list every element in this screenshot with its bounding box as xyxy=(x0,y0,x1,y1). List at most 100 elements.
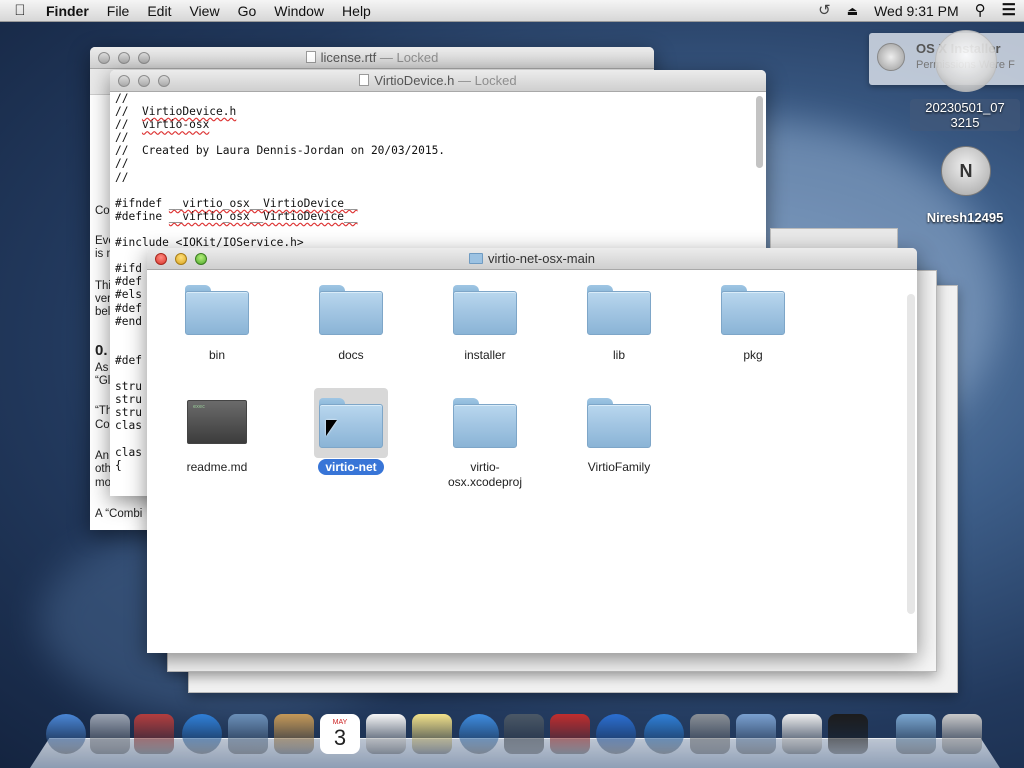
dock-safari-icon[interactable] xyxy=(182,714,222,754)
user-disk-icon[interactable]: N xyxy=(941,146,991,196)
finder-item-label[interactable]: installer xyxy=(425,348,545,363)
header-titlebar[interactable]: VirtioDevice.h — Locked xyxy=(110,70,766,92)
menu-go[interactable]: Go xyxy=(229,0,266,22)
time-machine-icon[interactable]: ↺ xyxy=(810,0,839,22)
rtf-text: A “Combi xyxy=(95,508,143,520)
dock-terminal-icon[interactable] xyxy=(828,714,868,754)
menu-edit[interactable]: Edit xyxy=(138,0,180,22)
dock-facetime-icon[interactable] xyxy=(504,714,544,754)
folder-icon[interactable] xyxy=(587,398,651,448)
code-line: // virtio-osx xyxy=(115,118,210,132)
dock-xcode-icon[interactable] xyxy=(736,714,776,754)
document-icon xyxy=(305,51,316,63)
dock-photo-booth-icon[interactable] xyxy=(550,714,590,754)
minimize-button[interactable] xyxy=(175,253,187,265)
zoom-button[interactable] xyxy=(195,253,207,265)
finder-item-label[interactable]: virtio-net xyxy=(291,459,411,475)
zoom-button[interactable] xyxy=(158,75,170,87)
minimize-button[interactable] xyxy=(118,52,130,64)
rtf-text: Co xyxy=(95,419,110,431)
menu-app-finder[interactable]: Finder xyxy=(40,0,98,22)
folder-icon[interactable] xyxy=(185,285,249,335)
dock-documents-icon[interactable] xyxy=(896,714,936,754)
finder-item-label[interactable]: docs xyxy=(291,348,411,363)
finder-window[interactable]: virtio-net-osx-main xyxy=(147,248,917,653)
rtf-text: mo xyxy=(95,477,111,489)
document-icon xyxy=(359,74,370,86)
dock-calendar-icon[interactable]: MAY 3 xyxy=(320,714,360,754)
folder-icon[interactable] xyxy=(453,285,517,335)
minimize-button[interactable] xyxy=(138,75,150,87)
close-button[interactable] xyxy=(155,253,167,265)
dock-system-preferences-icon[interactable] xyxy=(690,714,730,754)
user-disk-label[interactable]: Niresh12495 xyxy=(915,210,1015,225)
locked-label: — Locked xyxy=(379,50,439,65)
menu-bar:  Finder File Edit View Go Window Help ↺… xyxy=(0,0,1024,22)
dock-itunes-icon[interactable] xyxy=(596,714,636,754)
dock-launchpad-icon[interactable] xyxy=(90,714,130,754)
zoom-button[interactable] xyxy=(138,52,150,64)
dock-notes-icon[interactable] xyxy=(412,714,452,754)
dock: MAY 3 xyxy=(30,706,1000,768)
folder-icon[interactable] xyxy=(453,398,517,448)
rtf-heading: 0. xyxy=(95,342,108,359)
dock-app-store-icon[interactable] xyxy=(644,714,684,754)
finder-item-label[interactable]: VirtioFamily xyxy=(559,460,679,475)
dock-textedit-icon[interactable] xyxy=(782,714,822,754)
installer-icon xyxy=(877,43,905,71)
code-line: // xyxy=(115,131,129,145)
notification-center-icon[interactable]: ☰ xyxy=(994,0,1024,22)
finder-scrollbar[interactable] xyxy=(907,294,915,614)
close-button[interactable] xyxy=(118,75,130,87)
close-button[interactable] xyxy=(98,52,110,64)
license-titlebar[interactable]: license.rtf — Locked xyxy=(90,47,654,69)
code-line: // xyxy=(115,170,129,184)
rtf-text: oth xyxy=(95,463,111,475)
dock-contacts-icon[interactable] xyxy=(274,714,314,754)
rtf-text: Co xyxy=(95,205,110,217)
mouse-cursor-icon xyxy=(326,420,337,436)
rtf-text: An xyxy=(95,450,110,462)
menu-help[interactable]: Help xyxy=(333,0,380,22)
header-scrollbar[interactable] xyxy=(756,96,763,168)
disk-label[interactable]: 20230501_07 3215 xyxy=(910,99,1020,131)
code-line: // Created by Laura Dennis-Jordan on 20/… xyxy=(115,144,446,158)
rtf-text: bel xyxy=(95,306,111,318)
document-file-icon[interactable]: exec xyxy=(187,400,247,444)
license-title: license.rtf xyxy=(320,50,377,65)
folder-icon[interactable] xyxy=(587,285,651,335)
spotlight-search-icon[interactable]: ⚲ xyxy=(967,0,994,22)
code-line: #define __virtio_osx__VirtioDevice__ xyxy=(115,209,358,223)
dock-photo-booth-icon[interactable] xyxy=(134,714,174,754)
folder-icon[interactable] xyxy=(721,285,785,335)
menu-window[interactable]: Window xyxy=(265,0,333,22)
dock-mail-icon[interactable] xyxy=(228,714,268,754)
menu-file[interactable]: File xyxy=(98,0,139,22)
finder-item-label[interactable]: pkg xyxy=(693,348,813,363)
finder-item-label[interactable]: readme.md xyxy=(157,460,277,475)
finder-item-label[interactable]: bin xyxy=(157,348,277,363)
file-type-tag: exec xyxy=(193,404,206,410)
install-disk-icon[interactable] xyxy=(935,30,997,92)
finder-titlebar[interactable]: virtio-net-osx-main xyxy=(147,248,917,270)
menubar-clock[interactable]: Wed 9:31 PM xyxy=(866,0,967,22)
dock-messages-icon[interactable] xyxy=(459,714,499,754)
folder-icon[interactable] xyxy=(319,285,383,335)
rtf-text: Thi xyxy=(95,280,111,292)
code-line: // xyxy=(115,157,129,171)
menu-view[interactable]: View xyxy=(180,0,228,22)
finder-item-label[interactable]: virtio- osx.xcodeproj xyxy=(425,460,545,490)
dock-finder-icon[interactable] xyxy=(46,714,86,754)
header-title: VirtioDevice.h xyxy=(374,73,455,88)
eject-icon[interactable]: ⏏ xyxy=(839,0,866,22)
locked-label: — Locked xyxy=(458,73,517,88)
apple-menu-icon[interactable]:  xyxy=(0,2,40,19)
finder-item-label[interactable]: lib xyxy=(559,348,679,363)
dock-reminders-icon[interactable] xyxy=(366,714,406,754)
code-line: // xyxy=(115,92,129,105)
code-line: // VirtioDevice.h xyxy=(115,105,237,119)
dock-trash-icon[interactable] xyxy=(942,714,982,754)
finder-title: virtio-net-osx-main xyxy=(488,251,595,266)
